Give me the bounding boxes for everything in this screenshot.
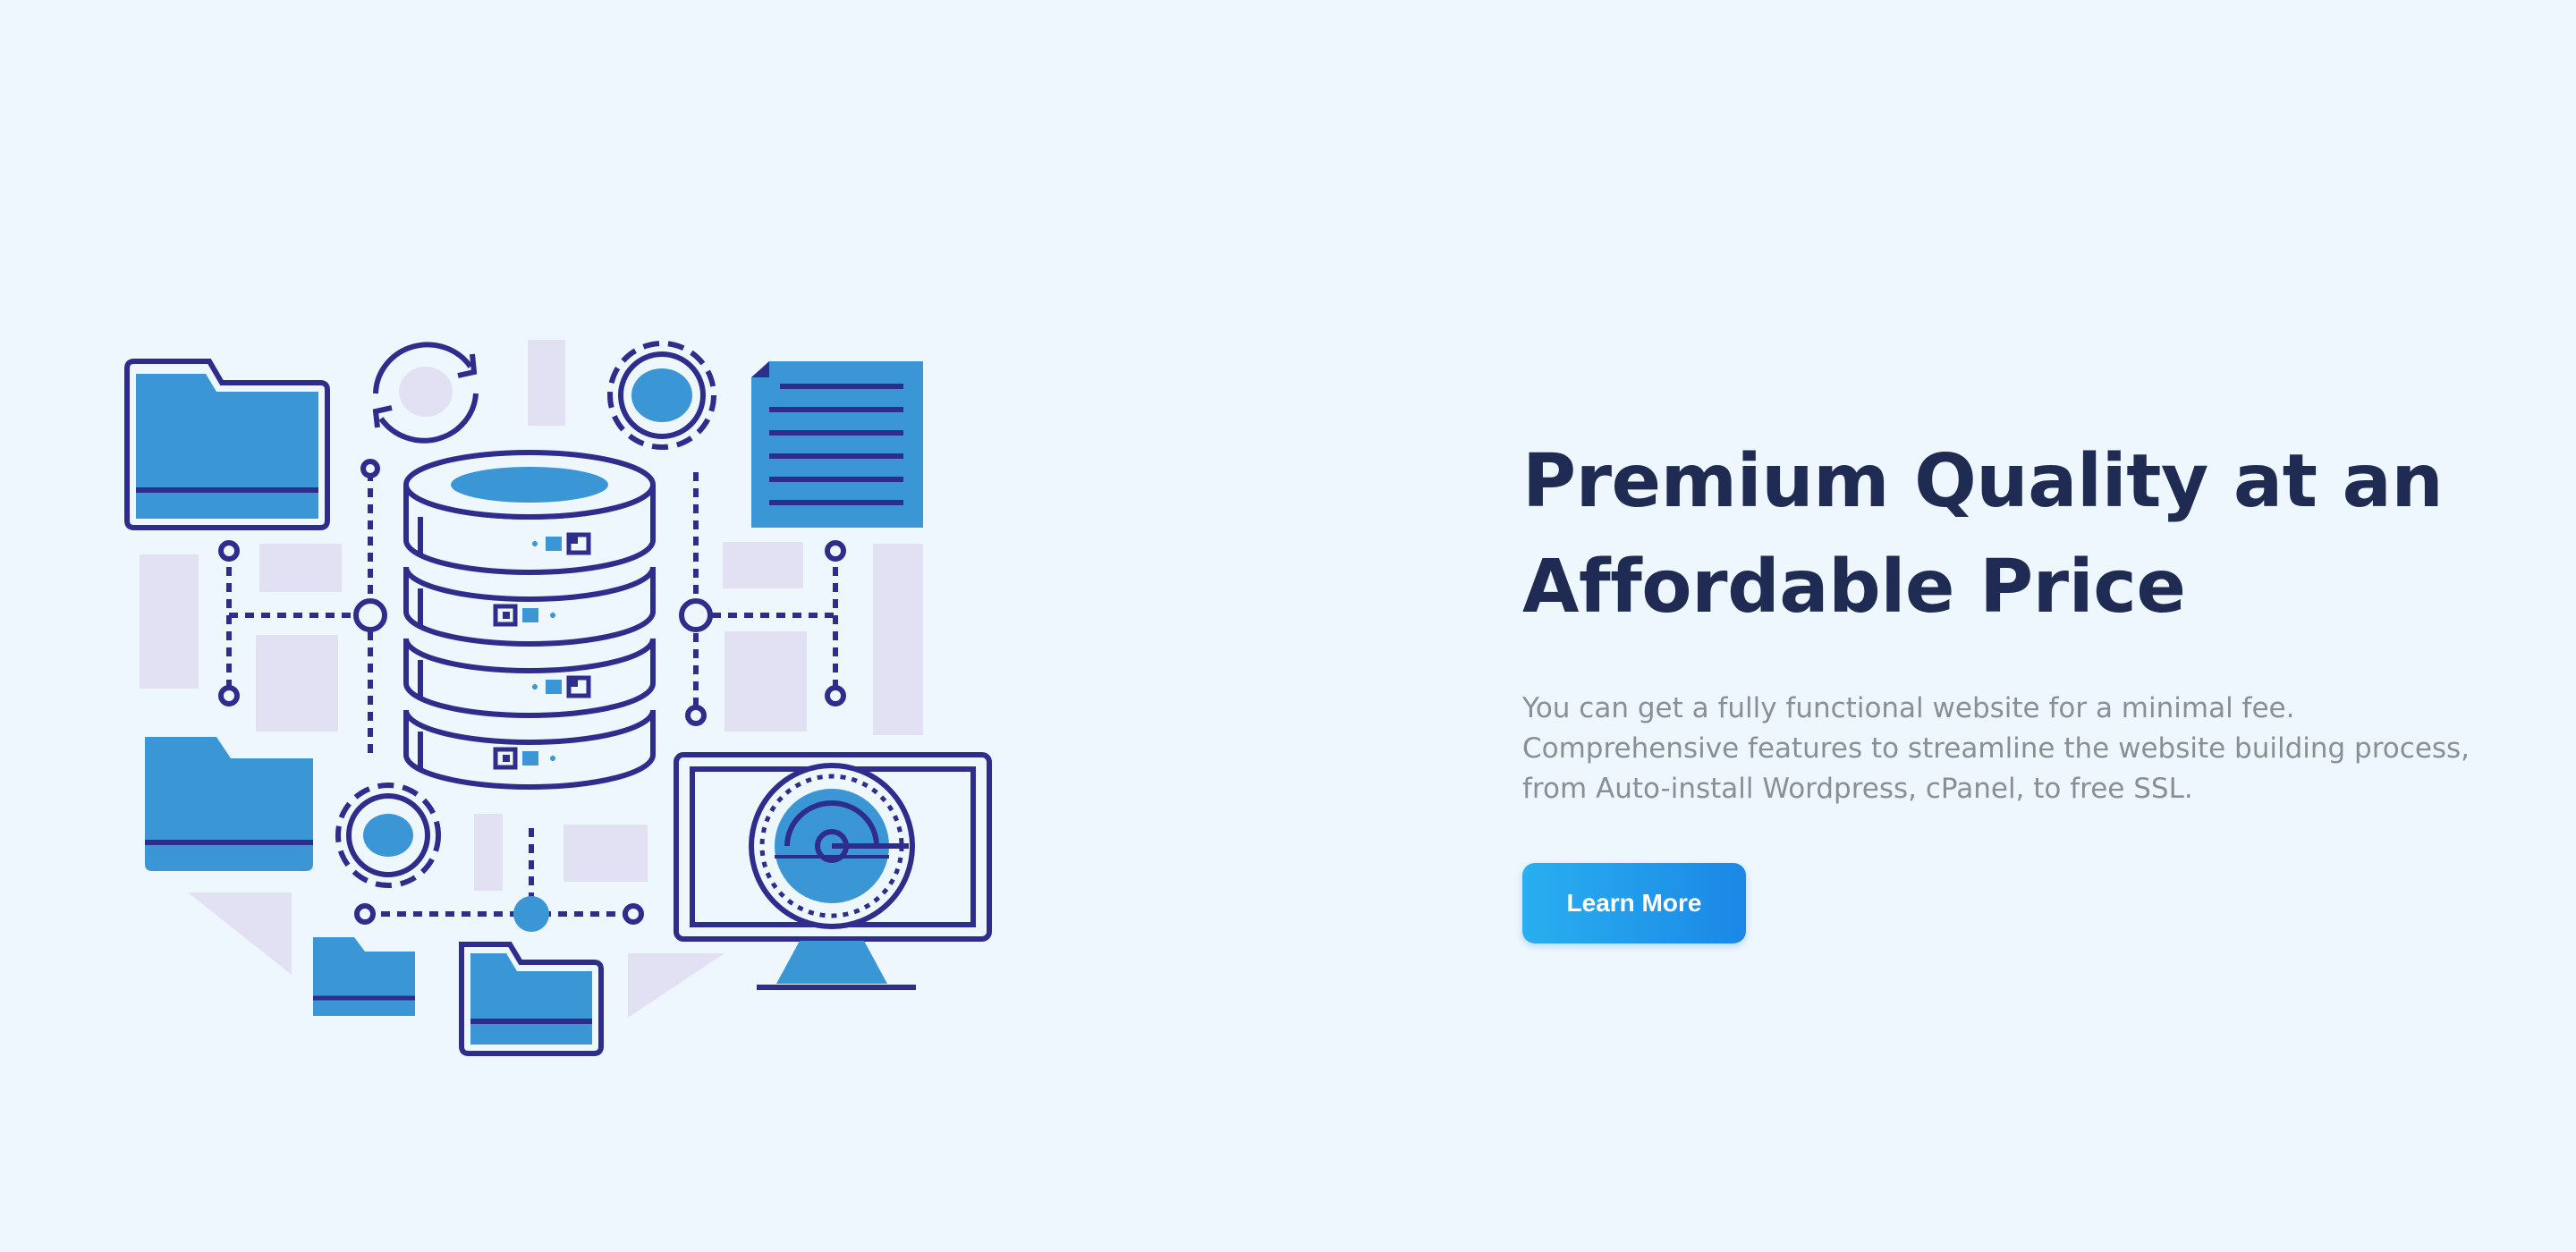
speedometer-icon [749,763,915,929]
gear-icon [335,782,441,888]
description-line-3: from Auto-install Wordpress, cPanel, to … [1522,773,2193,805]
hero-description: You can get a fully functional website f… [1522,689,2506,809]
hero-illustration [116,322,1011,1064]
hero-section: Premium Quality at an Affordable Price Y… [0,0,2576,1252]
folder-icon [313,937,415,1016]
headline-line-1: Premium Quality at an [1522,439,2444,524]
connector-hub [513,896,549,932]
document-icon [751,361,923,528]
hero-content: Premium Quality at an Affordable Price Y… [1522,429,2506,943]
folder-icon [459,942,604,1056]
headline-line-2: Affordable Price [1522,545,2186,630]
gear-icon [607,341,716,450]
sync-icon [372,342,479,444]
hero-headline: Premium Quality at an Affordable Price [1522,429,2506,640]
description-line-1: You can get a fully functional website f… [1522,692,2295,724]
description-line-2: Comprehensive features to streamline the… [1522,732,2470,765]
folder-icon [124,359,330,530]
folder-icon [145,737,313,871]
learn-more-button[interactable]: Learn More [1522,863,1746,943]
database-server-illustration [124,340,992,1056]
